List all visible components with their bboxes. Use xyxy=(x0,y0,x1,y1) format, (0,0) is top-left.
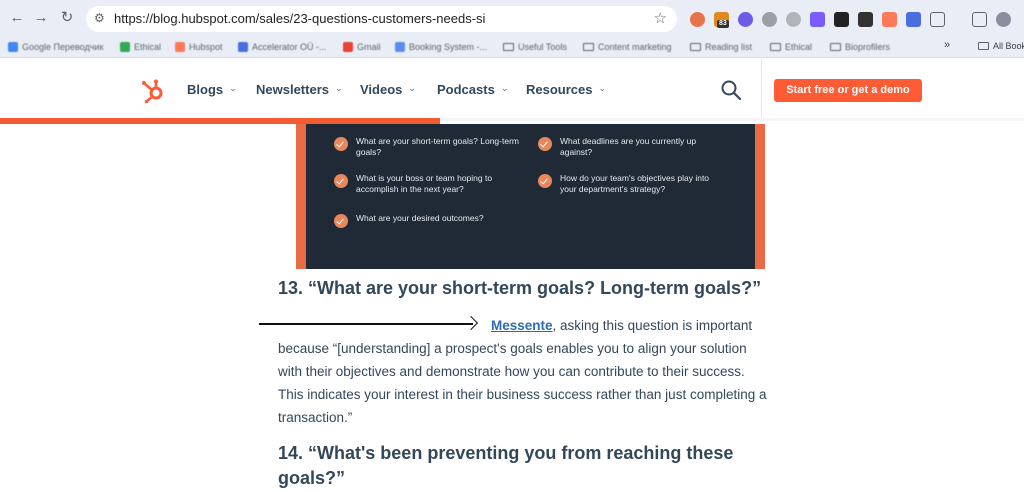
extension-icon[interactable] xyxy=(738,11,753,27)
bookmark-item[interactable]: Ethical xyxy=(120,40,161,54)
check-circle-icon xyxy=(334,174,348,188)
messente-link[interactable]: Messente xyxy=(491,318,553,333)
folder-icon xyxy=(503,43,514,51)
chevron-down-icon: ⌄ xyxy=(500,83,509,93)
extensions-bar: 83 xyxy=(690,8,1011,30)
drive-icon xyxy=(120,42,130,52)
site-icon xyxy=(238,42,248,52)
browser-toolbar: ← → ↻ ⚙ https://blog.hubspot.com/sales/2… xyxy=(0,0,1024,36)
site-settings-icon[interactable]: ⚙ xyxy=(94,11,105,25)
section-heading-14: 14. “What's been preventing you from rea… xyxy=(278,443,734,488)
bookmark-folder[interactable]: Bioprofilers xyxy=(830,40,890,54)
goal-item: What is your boss or team hoping to acco… xyxy=(334,173,521,195)
extension-badge-icon[interactable]: 83 xyxy=(714,11,729,28)
check-circle-icon xyxy=(538,137,552,151)
all-bookmarks-button[interactable]: All Book xyxy=(978,41,1024,51)
bookmark-item[interactable]: Booking System -... xyxy=(395,40,487,54)
reload-icon[interactable]: ↻ xyxy=(58,9,76,27)
bookmark-item[interactable]: Google Переводчик xyxy=(8,40,103,54)
bookmark-folder[interactable]: Useful Tools xyxy=(503,40,567,54)
chevron-down-icon: ⌄ xyxy=(598,83,607,93)
extension-icon[interactable] xyxy=(786,11,801,27)
profile-avatar[interactable] xyxy=(996,11,1011,27)
bookmark-folder[interactable]: Ethical xyxy=(770,40,812,54)
menu-item-resources[interactable]: Resources ⌄ xyxy=(526,82,606,97)
chevron-down-icon: ⌄ xyxy=(334,83,343,93)
bookmarks-overflow-button[interactable]: » xyxy=(944,39,950,51)
folder-icon xyxy=(770,43,781,51)
check-circle-icon xyxy=(538,174,552,188)
extension-icon[interactable] xyxy=(834,11,849,27)
chevron-down-icon: ⌄ xyxy=(229,83,237,93)
bookmark-item[interactable]: Accelerator OÜ -... xyxy=(238,40,327,54)
menu-item-videos[interactable]: Videos ⌄ xyxy=(360,82,437,97)
translate-icon xyxy=(8,42,18,52)
hubspot-logo-icon[interactable] xyxy=(140,78,166,104)
bookmark-star-icon[interactable]: ☆ xyxy=(654,9,667,27)
menu-item-newsletters[interactable]: Newsletters ⌄ xyxy=(256,82,360,97)
search-icon[interactable] xyxy=(720,79,742,101)
check-circle-icon xyxy=(334,214,348,228)
folder-icon xyxy=(978,42,989,50)
hubspot-extension-icon[interactable] xyxy=(882,11,897,27)
back-arrow-icon[interactable]: ← xyxy=(8,9,26,27)
bookmark-folder[interactable]: Content marketing xyxy=(583,40,672,54)
extension-icon[interactable] xyxy=(690,11,705,27)
folder-icon xyxy=(690,43,701,51)
goal-item: How do your team's objectives play into … xyxy=(538,173,725,195)
extension-icon[interactable] xyxy=(858,11,873,27)
goals-infographic: What are your short-term goals? Long-ter… xyxy=(296,124,765,269)
extension-icon[interactable] xyxy=(762,11,777,27)
section-heading-13: 13. “What are your short-term goals? Lon… xyxy=(278,278,762,298)
folder-icon xyxy=(583,43,594,51)
site-header: Blogs ⌄ Newsletters ⌄ Videos ⌄ Podcasts ⌄ Re… xyxy=(0,59,1024,121)
bookmark-item[interactable]: Hubspot xyxy=(175,40,223,54)
site-icon xyxy=(395,42,405,52)
nav-shadow xyxy=(440,118,1024,121)
side-panel-icon[interactable] xyxy=(972,11,987,27)
goal-item: What are your desired outcomes? xyxy=(334,213,521,228)
hubspot-icon xyxy=(175,42,185,52)
menu-item-podcasts[interactable]: Podcasts ⌄ xyxy=(437,82,526,97)
address-bar[interactable]: ⚙ https://blog.hubspot.com/sales/23-ques… xyxy=(86,6,677,32)
start-free-demo-button[interactable]: Start free or get a demo xyxy=(774,79,922,102)
goal-item: What deadlines are you currently up agai… xyxy=(538,136,725,158)
bookmark-item[interactable]: Gmail xyxy=(343,40,381,54)
puzzle-icon[interactable] xyxy=(930,11,945,27)
bookmarks-bar: Google Переводчик Ethical Hubspot Accele… xyxy=(0,36,1024,58)
check-circle-icon xyxy=(334,137,348,151)
goal-item: What are your short-term goals? Long-ter… xyxy=(334,136,521,158)
extension-icon[interactable] xyxy=(810,11,825,27)
forward-arrow-icon[interactable]: → xyxy=(32,9,50,27)
nav-divider xyxy=(761,59,762,121)
article-paragraph: Messente, asking this question is import… xyxy=(278,318,767,425)
bookmark-folder[interactable]: Reading list xyxy=(690,40,752,54)
url-text[interactable]: https://blog.hubspot.com/sales/23-questi… xyxy=(114,11,485,26)
folder-icon xyxy=(830,43,841,51)
extension-icon[interactable] xyxy=(906,11,921,27)
main-menu: Blogs ⌄ Newsletters ⌄ Videos ⌄ Podcasts ⌄ Re… xyxy=(187,82,606,97)
menu-item-blogs[interactable]: Blogs ⌄ xyxy=(187,82,256,97)
chevron-down-icon: ⌄ xyxy=(408,83,416,93)
gmail-icon xyxy=(343,42,353,52)
